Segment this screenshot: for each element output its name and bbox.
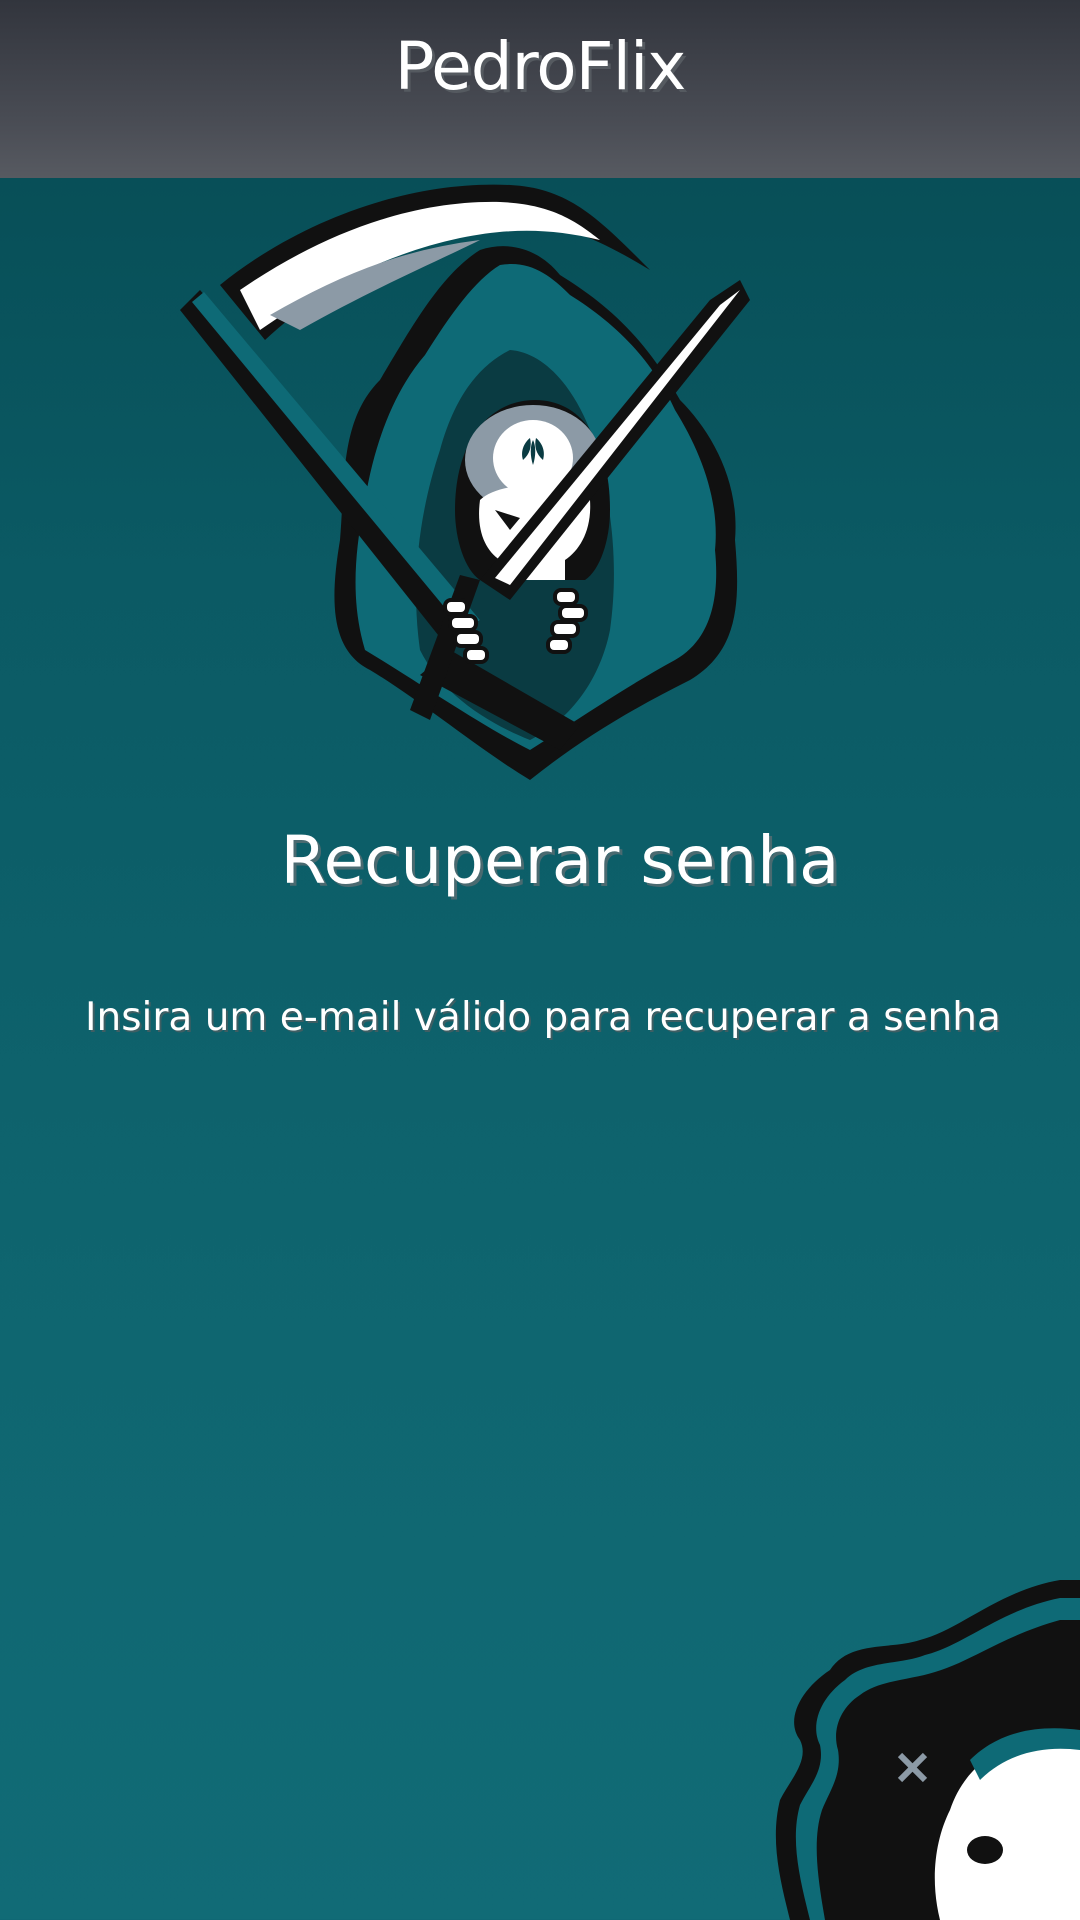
instructions-text: Insira um e-mail válido para recuperar a… [85, 995, 1001, 1040]
top-bar: PedroFlix [0, 0, 1080, 178]
app-title: PedroFlix [394, 28, 687, 105]
page-title: Recuperar senha [280, 822, 840, 899]
grim-reaper-mascot-icon [180, 184, 750, 780]
pirate-skull-icon [775, 1580, 1080, 1920]
